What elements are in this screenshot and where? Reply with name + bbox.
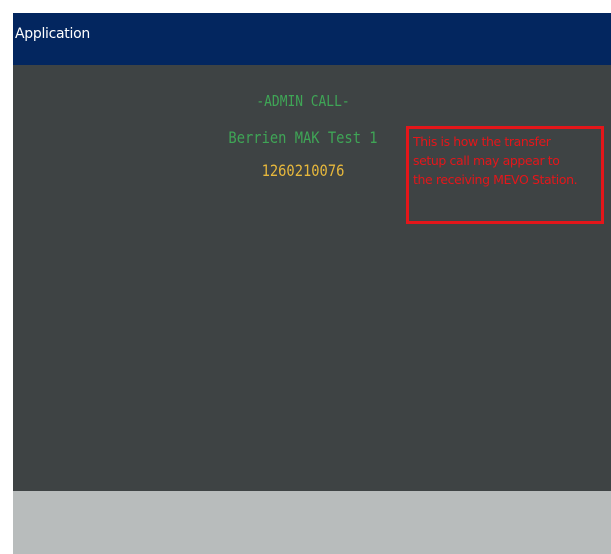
footer-bar <box>13 491 611 554</box>
window-title: Application <box>15 26 90 42</box>
annotation-line: setup call may appear to <box>413 153 560 168</box>
application-window: Application -ADMIN CALL- Berrien MAK Tes… <box>13 13 611 554</box>
caller-name: Berrien MAK Test 1 <box>228 128 378 147</box>
incoming-call-display: -ADMIN CALL- Berrien MAK Test 1 12602100… <box>13 65 611 491</box>
call-type-label: -ADMIN CALL- <box>256 92 350 110</box>
callout-annotation: This is how the transfer setup call may … <box>406 126 604 224</box>
annotation-line: This is how the transfer <box>413 134 551 149</box>
title-bar: Application <box>13 13 611 65</box>
annotation-line: the receiving MEVO Station. <box>413 172 578 187</box>
caller-number: 1260210076 <box>261 161 345 180</box>
